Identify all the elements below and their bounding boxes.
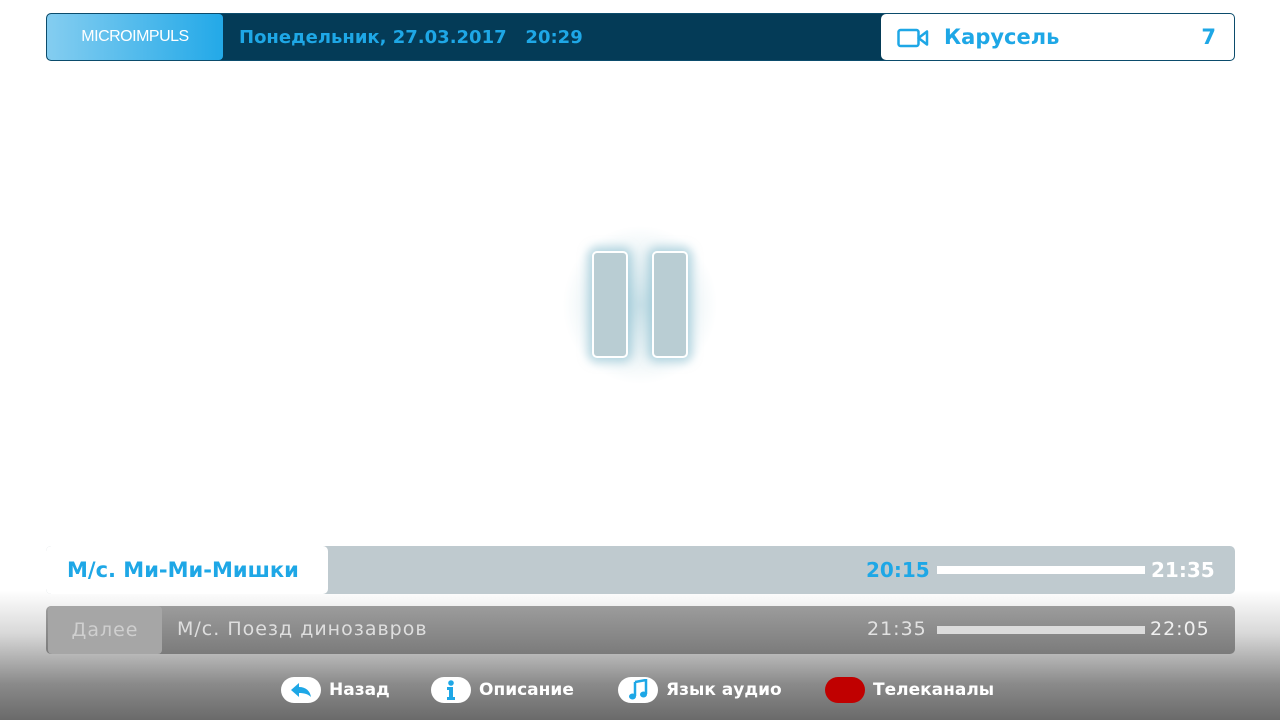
back-arrow-icon <box>281 677 321 703</box>
current-program-start: 20:15 <box>866 558 930 582</box>
hint-audio-language-label: Язык аудио <box>666 680 782 700</box>
brand-logo: MICROIMPULS <box>47 14 223 60</box>
current-program-end: 21:35 <box>1151 558 1215 582</box>
info-icon <box>431 677 471 703</box>
pause-icon-right-bar[interactable] <box>652 251 688 358</box>
channel-name: Карусель <box>944 25 1060 49</box>
hint-info-label: Описание <box>479 680 574 700</box>
next-program-title: М/с. Поезд динозавров <box>177 618 428 640</box>
pause-icon-left-bar[interactable] <box>592 251 628 358</box>
next-program-start: 21:35 <box>867 618 927 640</box>
next-program-row[interactable]: Далее М/с. Поезд динозавров 21:35 22:05 <box>46 606 1235 654</box>
hint-back[interactable]: Назад <box>281 677 390 703</box>
red-button-icon <box>825 677 865 703</box>
pause-glow <box>562 225 718 385</box>
hint-back-label: Назад <box>329 680 390 700</box>
video-camera-icon <box>897 28 929 48</box>
top-bar: MICROIMPULS Понедельник, 27.03.2017 20:2… <box>46 13 1235 61</box>
channel-number: 7 <box>1201 25 1216 49</box>
channel-info[interactable]: Карусель 7 <box>881 14 1234 60</box>
next-program-progress <box>937 626 1145 634</box>
music-note-icon <box>618 677 658 703</box>
current-program-progress <box>937 566 1145 574</box>
hint-audio-language[interactable]: Язык аудио <box>618 677 782 703</box>
hint-channels-label: Телеканалы <box>873 680 995 700</box>
date-time: Понедельник, 27.03.2017 20:29 <box>239 26 583 48</box>
hint-info[interactable]: Описание <box>431 677 574 703</box>
next-program-end: 22:05 <box>1150 618 1210 640</box>
next-label: Далее <box>48 606 162 654</box>
current-program-row[interactable]: М/с. Ми-Ми-Мишки 20:15 21:35 <box>46 546 1235 594</box>
current-program-title: М/с. Ми-Ми-Мишки <box>46 546 328 594</box>
hint-channels[interactable]: Телеканалы <box>825 677 994 703</box>
